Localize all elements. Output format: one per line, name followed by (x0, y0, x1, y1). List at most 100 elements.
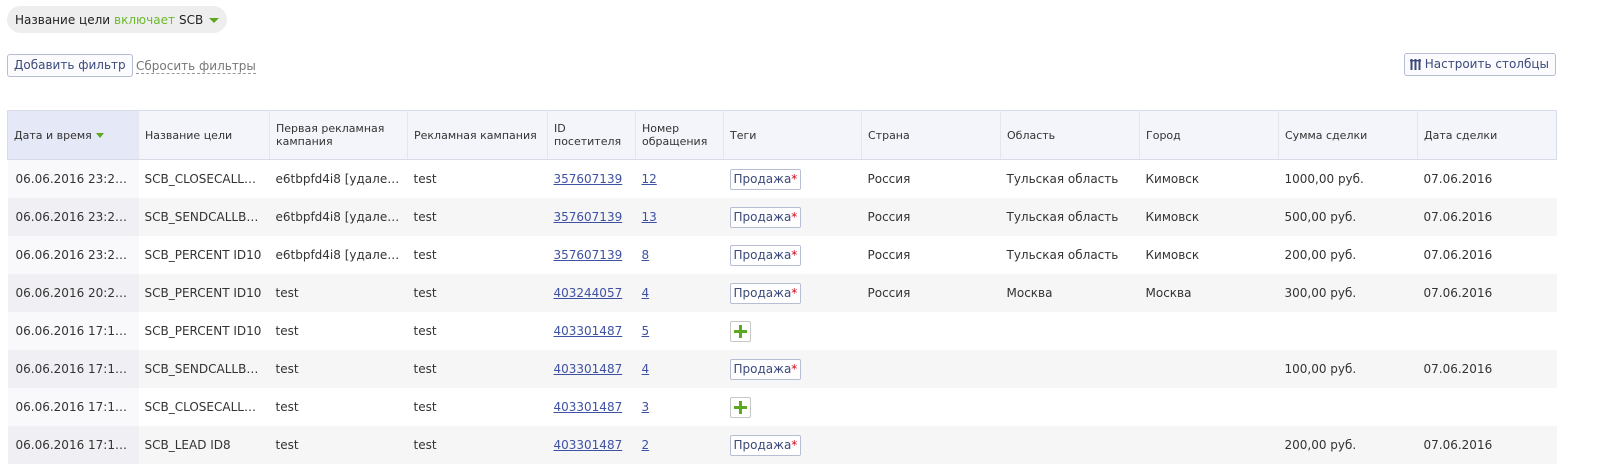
chevron-down-icon[interactable] (209, 18, 220, 23)
cell-deal-date: 07.06.2016 (1417, 274, 1557, 312)
visitor-id-link[interactable]: 403301487 (554, 324, 623, 338)
tag-required-mark: * (791, 247, 798, 262)
tag-required-mark: * (791, 209, 798, 224)
cell-request-number: 12 (636, 160, 724, 199)
cell-request-number: 4 (635, 350, 724, 388)
visitor-id-link[interactable]: 357607139 (554, 248, 623, 262)
reset-filters-link[interactable]: Сбросить фильтры (136, 59, 256, 74)
cell-datetime: 06.06.2016 17:17:00 (7, 388, 139, 426)
filter-field: Название цели (15, 12, 111, 27)
cell-tags: Продажа* (723, 198, 862, 236)
tag-badge[interactable]: Продажа* (729, 206, 802, 228)
cell-city: Кимовск (1145, 248, 1200, 262)
visitor-id-link[interactable]: 403301487 (554, 400, 623, 414)
goal-name-filter-chip[interactable]: Название цели включает SCB (7, 6, 228, 33)
table-row: 06.06.2016 20:29:00 SCB_PERCENT ID10 test t… (7, 274, 1557, 312)
tag-required-mark: * (791, 171, 798, 186)
cell-tags (724, 312, 862, 350)
cell-goal-name: SCB_PERCENT ID10 (144, 324, 262, 338)
request-number-link[interactable]: 4 (642, 362, 650, 376)
request-number-link[interactable]: 12 (642, 172, 657, 186)
cell-visitor-id: 403301487 (547, 426, 636, 464)
tag-label: Продажа (733, 285, 792, 300)
column-header[interactable]: Рекламная кампания (407, 110, 548, 160)
cell-deal-date: 07.06.2016 (1423, 172, 1493, 186)
cell-country: Россия (867, 248, 911, 262)
table-row: 06.06.2016 23:28:00 SCB_CLOSECALLBAC... e6… (7, 159, 1557, 199)
cell-deal-date: 07.06.2016 (1423, 248, 1493, 262)
add-tag-button[interactable] (729, 320, 751, 342)
cell-region (1000, 350, 1140, 388)
tag-badge[interactable]: Продажа* (729, 244, 802, 266)
column-header[interactable]: Область (1000, 110, 1140, 160)
cell-region (1001, 312, 1140, 350)
tag-badge[interactable]: Продажа* (729, 168, 802, 190)
cell-city (1139, 350, 1279, 388)
cell-campaign: test (413, 400, 437, 414)
cell-campaign: test (407, 274, 548, 312)
column-header[interactable]: Город (1139, 110, 1279, 160)
tag-badge[interactable]: Продажа* (729, 358, 802, 380)
cell-deal-date (1418, 388, 1557, 426)
cell-deal-amount (1279, 388, 1418, 426)
cell-deal-amount: 200,00 руб. (1284, 248, 1357, 262)
column-header[interactable]: Дата и время (7, 110, 139, 160)
cell-visitor-id: 403301487 (547, 350, 636, 388)
table-row: 06.06.2016 17:17:00 SCB_CLOSECALLBAC... te… (7, 388, 1557, 426)
column-header[interactable]: Страна (861, 110, 1001, 160)
cell-datetime: 06.06.2016 20:29:00 (7, 274, 139, 312)
tag-required-mark: * (791, 437, 798, 452)
cell-deal-amount: 300,00 руб. (1278, 274, 1418, 312)
filter-operator: включает (114, 12, 175, 27)
cell-campaign: test (407, 350, 548, 388)
table-row: 06.06.2016 23:28:00 SCB_SENDCALLBACK... e6… (7, 198, 1557, 236)
add-tag-button[interactable] (729, 396, 751, 418)
tag-badge[interactable]: Продажа* (729, 282, 802, 304)
visitor-id-link[interactable]: 403244057 (554, 286, 623, 300)
request-number-link[interactable]: 8 (642, 248, 650, 262)
request-number-link[interactable]: 2 (642, 438, 650, 452)
column-header[interactable]: Теги (723, 110, 862, 160)
cell-tags: Продажа* (724, 236, 862, 274)
cell-first-campaign: test (275, 400, 299, 414)
cell-first-campaign: test (269, 350, 408, 388)
cell-tags: Продажа* (723, 274, 862, 312)
column-header[interactable]: Дата сделки (1417, 110, 1557, 160)
cell-city: Москва (1139, 274, 1279, 312)
configure-columns-button[interactable]: Настроить столбцы (1403, 53, 1556, 76)
cell-goal-name: SCB_CLOSECALLBAC... (144, 172, 270, 186)
column-header[interactable]: Первая рекламная кампания (269, 110, 408, 160)
request-number-link[interactable]: 3 (642, 400, 650, 414)
cell-request-number: 8 (636, 236, 724, 274)
column-header[interactable]: Название цели (138, 110, 270, 160)
tag-required-mark: * (791, 285, 798, 300)
column-header[interactable]: ID посетителя (547, 110, 636, 160)
column-header[interactable]: Номер обращения (635, 110, 724, 160)
cell-request-number: 2 (635, 426, 724, 464)
visitor-id-link[interactable]: 403301487 (554, 362, 623, 376)
cell-deal-date: 07.06.2016 (1417, 198, 1557, 236)
table-body: 06.06.2016 23:28:00 SCB_CLOSECALLBAC... e6… (7, 159, 1557, 464)
cell-goal-name: SCB_SENDCALLBACK... (138, 198, 270, 236)
cell-first-campaign: e6tbpfd4i8 [удалена] (275, 248, 408, 262)
request-number-link[interactable]: 13 (642, 210, 657, 224)
visitor-id-link[interactable]: 357607139 (554, 210, 623, 224)
request-number-link[interactable]: 5 (642, 324, 650, 338)
table-row: 06.06.2016 17:17:00 SCB_SENDCALLBACK... te… (7, 350, 1557, 388)
cell-region: Тульская область (1000, 198, 1140, 236)
visitor-id-link[interactable]: 403301487 (554, 438, 623, 452)
visitor-id-link[interactable]: 357607139 (554, 172, 623, 186)
cell-region: Тульская область (1006, 248, 1119, 262)
cell-tags: Продажа* (723, 426, 862, 464)
tag-badge[interactable]: Продажа* (729, 434, 802, 456)
cell-datetime: 06.06.2016 17:17:00 (7, 350, 139, 388)
sort-desc-icon (95, 133, 104, 138)
cell-country (862, 388, 1001, 426)
column-header[interactable]: Сумма сделки (1278, 110, 1418, 160)
cell-deal-amount: 500,00 руб. (1278, 198, 1418, 236)
cell-visitor-id: 357607139 (548, 236, 636, 274)
request-number-link[interactable]: 4 (642, 286, 650, 300)
add-filter-button[interactable]: Добавить фильтр (7, 54, 133, 77)
cell-request-number: 5 (636, 312, 724, 350)
cell-campaign: test (413, 172, 437, 186)
